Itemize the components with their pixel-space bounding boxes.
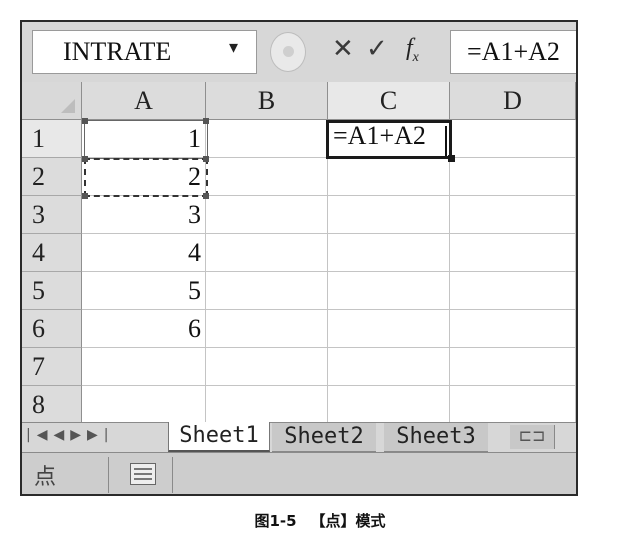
sheet-tab-bar: |◀◀▶▶| Sheet1 Sheet2 Sheet3 ⊏⊐ <box>22 422 576 453</box>
cell-b3[interactable] <box>206 196 328 234</box>
select-all-icon <box>61 99 75 113</box>
status-divider <box>108 457 109 493</box>
column-header-d[interactable]: D <box>450 82 576 120</box>
cell-c8[interactable] <box>328 386 450 424</box>
range-handle[interactable] <box>203 156 209 162</box>
cell-c4[interactable] <box>328 234 450 272</box>
row-header-2[interactable]: 2 <box>22 158 82 196</box>
name-box[interactable]: INTRATE ▾ <box>32 30 257 74</box>
row-header-1[interactable]: 1 <box>22 120 82 158</box>
active-cell-formula: =A1+A2 <box>333 121 426 150</box>
cell-b2[interactable] <box>206 158 328 196</box>
fx-subscript: x <box>412 49 419 65</box>
row-header-7[interactable]: 7 <box>22 348 82 386</box>
cell-d2[interactable] <box>450 158 576 196</box>
chevron-down-icon[interactable]: ▾ <box>229 37 238 58</box>
reference-range-a1 <box>84 120 208 159</box>
range-handle[interactable] <box>203 118 209 124</box>
cell-a7[interactable] <box>82 348 206 386</box>
caption-title: 【点】模式 <box>310 512 386 530</box>
cell-d7[interactable] <box>450 348 576 386</box>
excel-window: INTRATE ▾ ✕ ✓ fx =A1+A2 A B C D 1 2 3 4 … <box>20 20 578 496</box>
tab-sheet3[interactable]: Sheet3 <box>384 423 488 452</box>
mode-indicator: 点 <box>34 465 57 490</box>
cell-c7[interactable] <box>328 348 450 386</box>
figure-caption: 图1-5 【点】模式 <box>0 510 640 531</box>
range-handle[interactable] <box>82 118 88 124</box>
cell-a5[interactable]: 5 <box>82 272 206 310</box>
status-divider <box>172 457 173 493</box>
cell-b1[interactable] <box>206 120 328 158</box>
fx-letter: f <box>406 35 413 61</box>
cell-a4[interactable]: 4 <box>82 234 206 272</box>
cell-b4[interactable] <box>206 234 328 272</box>
range-handle[interactable] <box>82 193 88 199</box>
cell-b5[interactable] <box>206 272 328 310</box>
cell-c3[interactable] <box>328 196 450 234</box>
name-box-value: INTRATE <box>63 37 172 66</box>
formula-bar: INTRATE ▾ ✕ ✓ fx =A1+A2 <box>22 22 576 83</box>
status-bar: 点 <box>22 452 576 494</box>
cell-c2[interactable] <box>328 158 450 196</box>
cell-a8[interactable] <box>82 386 206 424</box>
marquee-range-a2 <box>84 158 208 197</box>
spreadsheet-grid: A B C D 1 2 3 4 5 6 7 8 1 2 3 4 5 6 =A1+… <box>22 82 576 424</box>
cell-d5[interactable] <box>450 272 576 310</box>
row-header-3[interactable]: 3 <box>22 196 82 234</box>
formula-text: =A1+A2 <box>467 37 560 66</box>
cell-b7[interactable] <box>206 348 328 386</box>
cell-d4[interactable] <box>450 234 576 272</box>
row-header-6[interactable]: 6 <box>22 310 82 348</box>
range-handle[interactable] <box>82 156 88 162</box>
cell-c5[interactable] <box>328 272 450 310</box>
formula-buttons: ✕ ✓ fx <box>260 30 448 74</box>
tab-sheet2[interactable]: Sheet2 <box>272 423 376 452</box>
cell-a3[interactable]: 3 <box>82 196 206 234</box>
fill-handle[interactable] <box>448 155 455 162</box>
column-header-b[interactable]: B <box>206 82 328 120</box>
cell-d6[interactable] <box>450 310 576 348</box>
cancel-icon[interactable]: ✕ <box>332 34 354 64</box>
row-header-4[interactable]: 4 <box>22 234 82 272</box>
grip-icon <box>270 32 306 72</box>
row-header-5[interactable]: 5 <box>22 272 82 310</box>
cell-d8[interactable] <box>450 386 576 424</box>
cell-d1[interactable] <box>450 120 576 158</box>
row-header-8[interactable]: 8 <box>22 386 82 424</box>
select-all-button[interactable] <box>22 82 82 120</box>
column-header-a[interactable]: A <box>82 82 206 120</box>
cell-b8[interactable] <box>206 386 328 424</box>
enter-icon[interactable]: ✓ <box>366 34 388 64</box>
insert-function-icon[interactable]: fx <box>406 35 419 66</box>
sheet-nav-buttons[interactable]: |◀◀▶▶| <box>26 427 115 443</box>
caption-figure-number: 图1-5 <box>254 512 297 530</box>
active-cell-c1[interactable]: =A1+A2 <box>326 120 452 159</box>
cell-d3[interactable] <box>450 196 576 234</box>
record-macro-icon[interactable] <box>130 463 156 485</box>
column-header-c[interactable]: C <box>328 82 450 120</box>
range-handle[interactable] <box>203 193 209 199</box>
text-cursor <box>445 126 447 156</box>
tab-sheet1[interactable]: Sheet1 <box>168 422 270 452</box>
cell-a6[interactable]: 6 <box>82 310 206 348</box>
formula-input[interactable]: =A1+A2 <box>450 30 576 74</box>
cell-c6[interactable] <box>328 310 450 348</box>
cell-b6[interactable] <box>206 310 328 348</box>
insert-sheet-icon[interactable]: ⊏⊐ <box>510 425 555 449</box>
